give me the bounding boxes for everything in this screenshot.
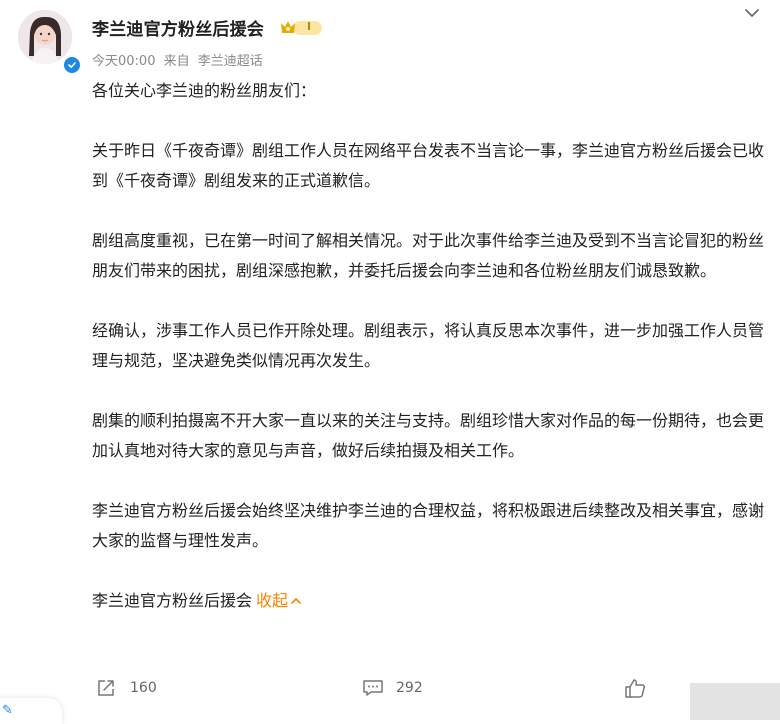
like-button[interactable] [624, 678, 646, 698]
comment-icon [363, 680, 383, 696]
avatar[interactable] [18, 10, 72, 64]
post-paragraph: 李兰迪官方粉丝后援会始终坚决维护李兰迪的合理权益，将积极跟进后续整改及相关事宜，… [92, 501, 765, 550]
post-paragraph: 剧组高度重视，已在第一时间了解相关情况。对于此次事件给李兰迪及受到不当言论冒犯的… [92, 231, 765, 280]
repost-icon [98, 680, 114, 696]
post-signature-line: 李兰迪官方粉丝后援会 收起 [92, 586, 764, 616]
post-meta: 今天00:00 来自 李兰迪超话 [92, 50, 267, 69]
post-source[interactable]: 李兰迪超话 [198, 54, 263, 69]
post-paragraph: 剧集的顺利拍摄离不开大家一直以来的关注与支持。剧组珍惜大家对作品的每一份期待，也… [92, 411, 765, 460]
avatar-image [18, 10, 72, 64]
from-label: 来自 [163, 54, 190, 69]
post-content: 各位关心李兰迪的粉丝朋友们： 关于昨日《千夜奇谭》剧组工作人员在网络平台发表不当… [92, 76, 764, 646]
floating-tab[interactable]: ✎ [0, 698, 62, 724]
collapse-button[interactable]: 收起 [256, 591, 302, 610]
repost-button[interactable]: 160 [96, 678, 157, 698]
post-signature: 李兰迪官方粉丝后援会 [92, 591, 253, 610]
post-paragraph: 关于昨日《千夜奇谭》剧组工作人员在网络平台发表不当言论一事，李兰迪官方粉丝后援会… [92, 141, 765, 190]
fan-badge-level: I [307, 20, 312, 33]
post-toolbar: 160 292 [0, 678, 780, 708]
watermark-overlay [690, 683, 780, 720]
comment-count: 292 [396, 680, 423, 696]
comment-button[interactable]: 292 [362, 678, 423, 698]
post-greeting: 各位关心李兰迪的粉丝朋友们： [92, 81, 317, 100]
post-paragraph: 经确认，涉事工作人员已作开除处理。剧组表示，将认真反思本次事件，进一步加强工作人… [92, 321, 765, 370]
fan-badge-icon[interactable]: I [279, 19, 323, 37]
repost-count: 160 [130, 680, 157, 696]
chevron-down-icon[interactable] [742, 3, 762, 23]
post-time[interactable]: 今天00:00 [92, 54, 155, 69]
chevron-up-icon [291, 598, 301, 604]
collapse-label: 收起 [256, 591, 289, 610]
floating-tab-glyph: ✎ [2, 703, 13, 718]
author-name[interactable]: 李兰迪官方粉丝后援会 [92, 15, 264, 40]
like-icon [625, 679, 646, 698]
verified-icon [62, 55, 82, 75]
